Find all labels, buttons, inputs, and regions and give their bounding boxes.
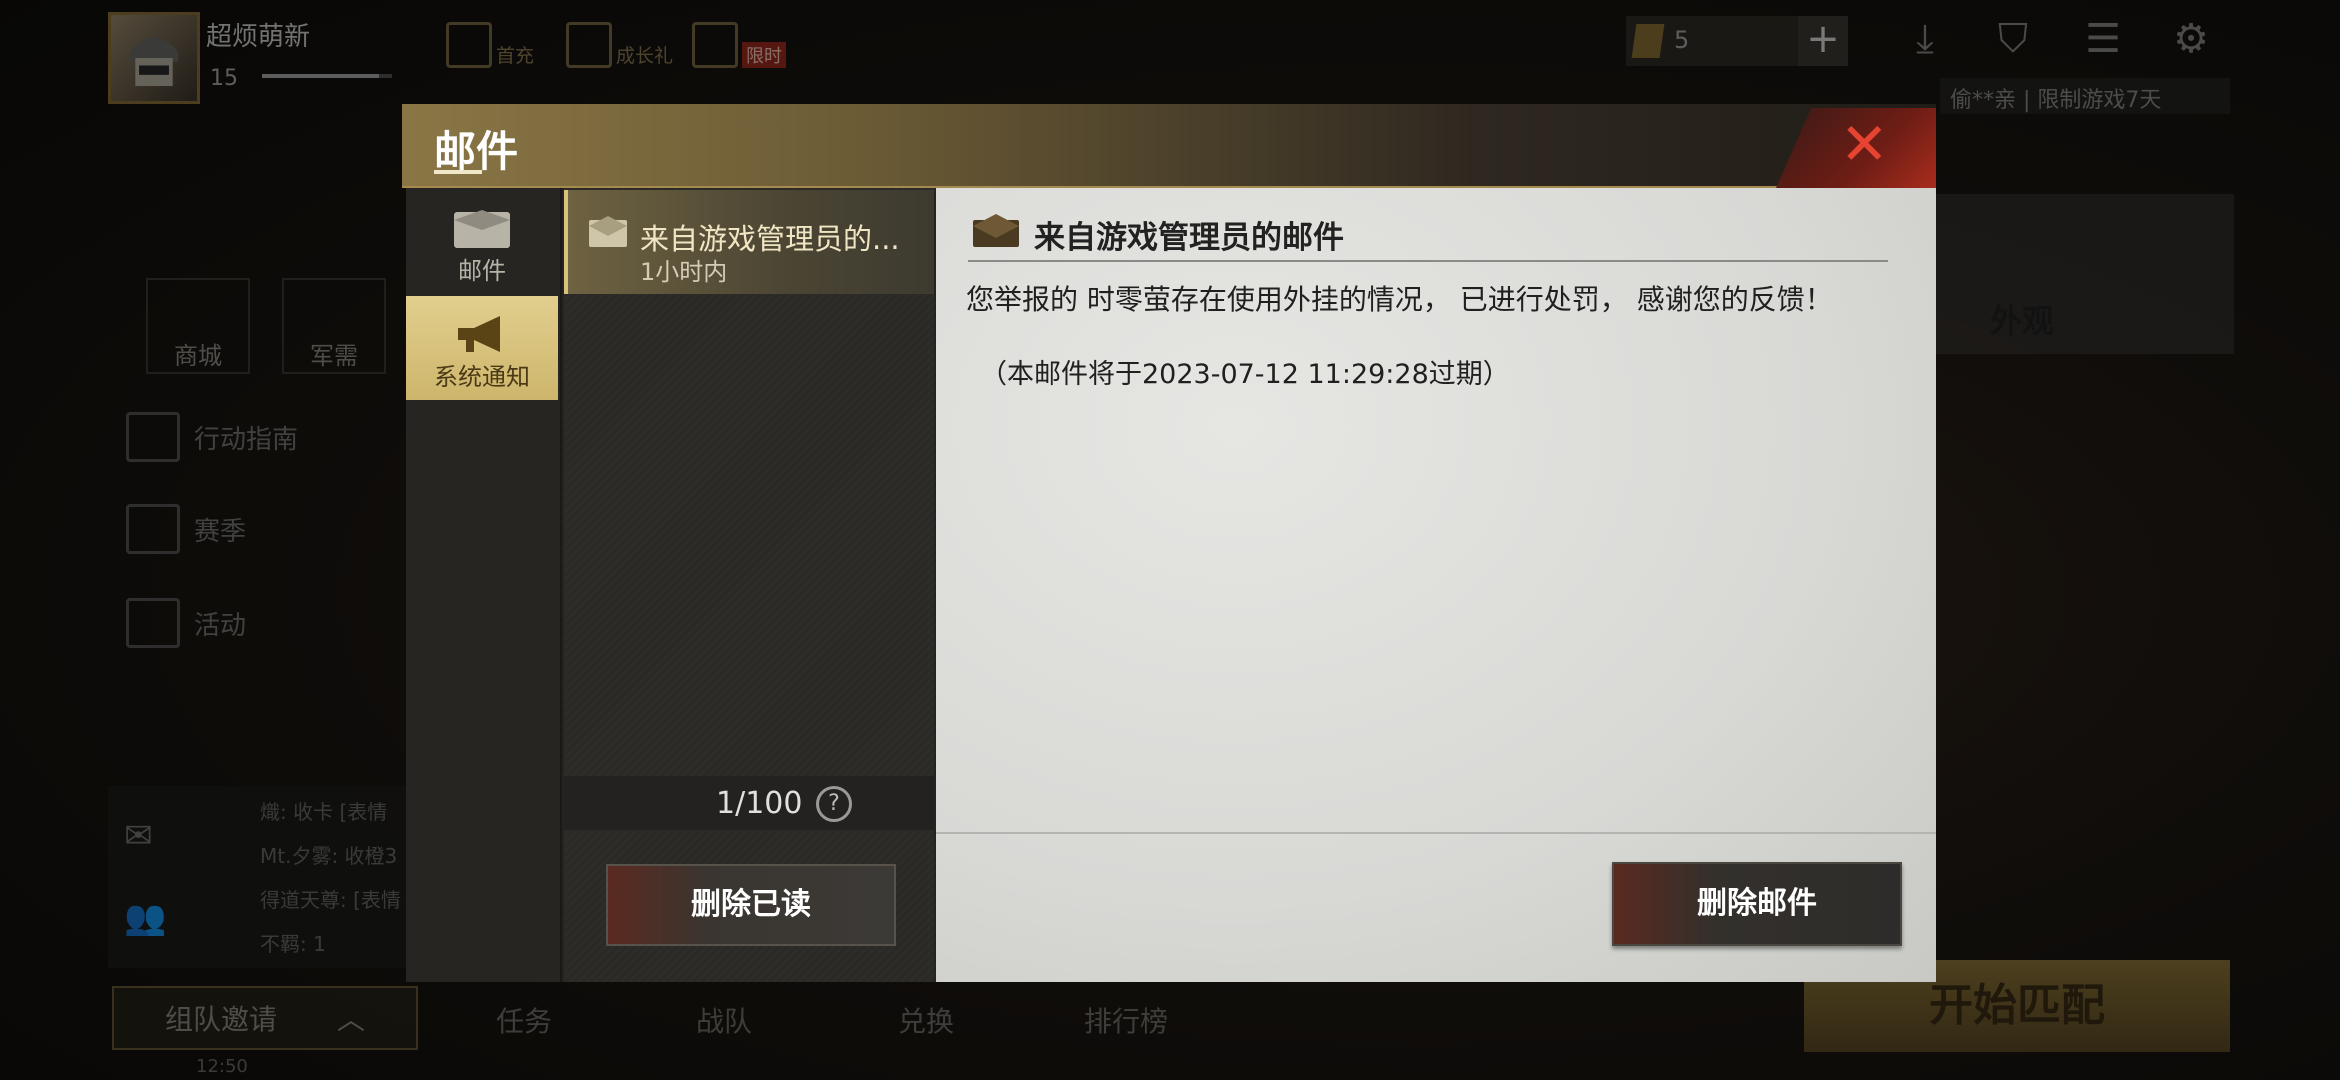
mail-item-time: 1小时内 <box>640 258 728 286</box>
footer-divider <box>936 832 1936 834</box>
category-system-notice[interactable]: 系统通知 <box>406 296 558 400</box>
mail-count-bar: 1/100 ? <box>564 776 934 830</box>
mail-dialog-header: 邮件 ✕ <box>402 104 1936 188</box>
mail-list-item[interactable]: 来自游戏管理员的... 1小时内 <box>564 190 934 294</box>
category-system-notice-label: 系统通知 <box>434 363 530 391</box>
category-mail[interactable]: 邮件 <box>406 190 558 294</box>
envelope-icon <box>973 214 1019 247</box>
mail-dialog-body: 邮件 系统通知 来自游戏管理员的... 1小时内 1/100 ? 删除已读 来自… <box>406 188 1936 982</box>
megaphone-icon <box>458 316 500 352</box>
mail-expiry-note: （本邮件将于2023-07-12 11:29:28过期） <box>980 359 1510 390</box>
mail-category-column: 邮件 系统通知 <box>406 188 562 982</box>
title-divider <box>968 260 1888 262</box>
mail-detail-title: 来自游戏管理员的邮件 <box>1034 220 1344 256</box>
close-button[interactable]: ✕ <box>1776 108 1936 188</box>
mail-count: 1/100 <box>716 786 803 821</box>
title-underline <box>434 170 482 174</box>
envelope-icon <box>589 216 627 247</box>
delete-read-button[interactable]: 删除已读 <box>606 864 896 946</box>
mail-detail-body: 您举报的 时零萤存在使用外挂的情况， 已进行处罚， 感谢您的反馈！ <box>966 283 1833 316</box>
close-icon: ✕ <box>1840 110 1889 178</box>
delete-mail-button[interactable]: 删除邮件 <box>1612 862 1902 946</box>
envelope-icon <box>454 210 510 248</box>
help-icon[interactable]: ? <box>816 786 852 822</box>
mail-list: 来自游戏管理员的... 1小时内 1/100 ? 删除已读 <box>564 188 934 982</box>
category-mail-label: 邮件 <box>458 257 506 285</box>
mail-content-panel: 来自游戏管理员的邮件 您举报的 时零萤存在使用外挂的情况， 已进行处罚， 感谢您… <box>936 188 1936 982</box>
mail-dialog: 邮件 ✕ 邮件 系统通知 来自游戏管理员的... 1小时内 1/100 ? 删除… <box>402 104 1936 982</box>
